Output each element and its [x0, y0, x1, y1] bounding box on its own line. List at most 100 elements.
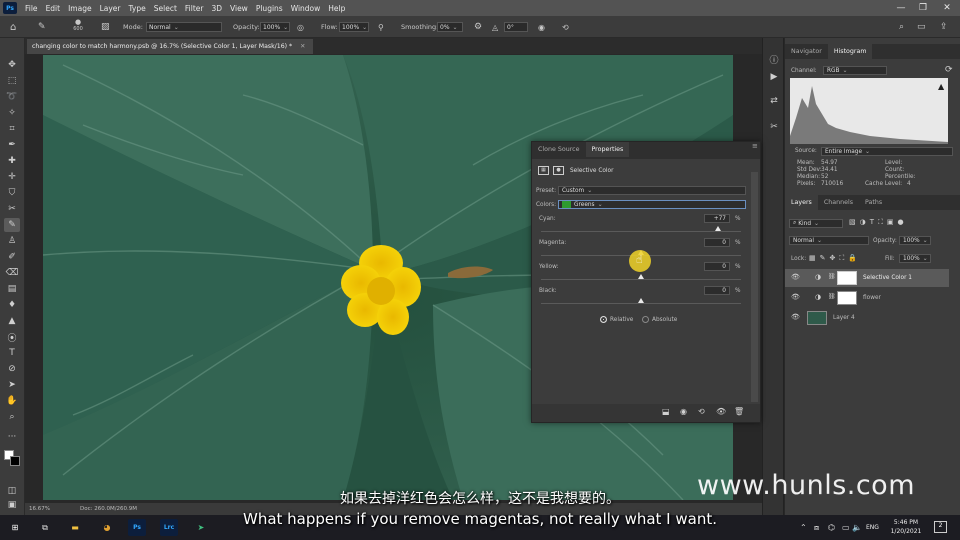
brush-settings-icon[interactable]: ▨	[101, 21, 110, 33]
tab-properties[interactable]: Properties	[585, 142, 630, 157]
refresh-icon[interactable]: ⟳	[945, 65, 953, 75]
colors-dropdown[interactable]: Greens	[558, 200, 746, 209]
tab-paths[interactable]: Paths	[859, 195, 888, 210]
art-history-tool-icon[interactable]: ✐	[4, 250, 20, 264]
history-brush-tool-icon[interactable]: ✂	[4, 202, 20, 216]
menu-type[interactable]: Type	[125, 4, 150, 13]
layer-filter-icons[interactable]: ▧◑T⛶▣●	[849, 218, 908, 227]
menu-3d[interactable]: 3D	[207, 4, 226, 13]
adjustments-icon[interactable]: ⇄	[766, 94, 782, 108]
airbrush-icon[interactable]: ⚲	[378, 21, 384, 33]
workspace-icon[interactable]: ▭	[917, 21, 926, 33]
path-select-tool-icon[interactable]: ⊘	[4, 362, 20, 376]
slider-thumb[interactable]	[638, 298, 644, 303]
healing-tool-icon[interactable]: ✚	[4, 154, 20, 168]
trash-icon[interactable]: 🗑	[734, 407, 744, 416]
smoothing-field[interactable]: 0%	[437, 22, 463, 32]
blur-tool-icon[interactable]: ♦	[4, 298, 20, 312]
tab-channels[interactable]: Channels	[818, 195, 859, 210]
gear-icon[interactable]: ⚙	[474, 21, 482, 33]
slider-thumb[interactable]	[638, 274, 644, 279]
actions-play-icon[interactable]: ▶	[766, 70, 782, 84]
properties-panel-icon[interactable]: ✂	[766, 120, 782, 134]
search-icon[interactable]: ⌕	[899, 21, 904, 33]
home-icon[interactable]: ⌂	[10, 21, 16, 33]
slider-value-field[interactable]: +77	[704, 214, 730, 223]
spot-heal-tool-icon[interactable]: ✛	[4, 170, 20, 184]
opacity-field[interactable]: 100%	[260, 22, 290, 32]
menu-window[interactable]: Window	[287, 4, 325, 13]
direct-select-tool-icon[interactable]: ➤	[4, 378, 20, 392]
menu-select[interactable]: Select	[150, 4, 181, 13]
fill-field[interactable]: 100%	[899, 254, 931, 263]
background-color-swatch[interactable]	[10, 456, 20, 466]
menu-help[interactable]: Help	[324, 4, 349, 13]
link-icon[interactable]: ⛓	[828, 273, 836, 280]
brush-preset-picker[interactable]: ● 600	[70, 18, 86, 32]
close-tab-icon[interactable]: ✕	[300, 43, 305, 50]
layer-row-layer4[interactable]: 👁 Layer 4	[785, 309, 949, 327]
reset-icon[interactable]: ⟲	[698, 407, 705, 416]
share-icon[interactable]: ⇪	[940, 21, 948, 33]
slider-track[interactable]	[541, 279, 741, 280]
preset-dropdown[interactable]: Custom	[558, 186, 746, 195]
slider-thumb[interactable]	[715, 226, 721, 231]
view-previous-icon[interactable]: ◉	[680, 407, 687, 416]
panel-menu-icon[interactable]: ≡	[752, 142, 758, 150]
document-tab[interactable]: changing color to match harmony.psb @ 16…	[27, 39, 313, 54]
brush-tool-icon[interactable]: ✎	[38, 21, 46, 33]
menu-view[interactable]: View	[226, 4, 252, 13]
close-icon[interactable]: ✕	[936, 0, 958, 16]
slider-track[interactable]	[541, 231, 741, 232]
layer-mask-thumbnail[interactable]	[837, 291, 857, 305]
gradient-tool-icon[interactable]: ▤	[4, 282, 20, 296]
info-icon[interactable]: ⓘ	[766, 52, 782, 66]
tab-histogram[interactable]: Histogram	[827, 44, 873, 59]
source-dropdown[interactable]: Entire Image	[821, 147, 953, 156]
menu-edit[interactable]: Edit	[42, 4, 65, 13]
quick-select-tool-icon[interactable]: ✧	[4, 106, 20, 120]
more-tools-icon[interactable]: ···	[4, 430, 20, 444]
menu-layer[interactable]: Layer	[96, 4, 125, 13]
layer-row-selective-color[interactable]: 👁 ◑ ⛓ Selective Color 1	[785, 269, 949, 287]
eraser-tool-icon[interactable]: ⌫	[4, 266, 20, 280]
angle-field[interactable]: 0°	[504, 22, 528, 32]
link-icon[interactable]: ⛓	[828, 293, 836, 300]
mask-icon[interactable]: ●	[553, 166, 564, 175]
layer-opacity-field[interactable]: 100%	[899, 236, 931, 245]
mode-dropdown[interactable]: Normal	[146, 22, 222, 32]
clock-date[interactable]: 1/20/2021	[888, 528, 924, 535]
pressure-size-icon[interactable]: ◉	[538, 21, 545, 33]
maximize-icon[interactable]: ❐	[912, 0, 934, 16]
pressure-opacity-icon[interactable]: ◎	[297, 21, 304, 33]
slider-value-field[interactable]: 0	[704, 238, 730, 247]
slider-value-field[interactable]: 0	[704, 262, 730, 271]
crop-tool-icon[interactable]: ⌗	[4, 122, 20, 136]
channel-dropdown[interactable]: RGB	[823, 66, 887, 75]
clone-stamp-tool-icon[interactable]: ♙	[4, 234, 20, 248]
flow-field[interactable]: 100%	[339, 22, 369, 32]
clip-to-layer-icon[interactable]: ⬓	[662, 407, 670, 416]
layer-row-flower[interactable]: 👁 ◑ ⛓ flower	[785, 289, 949, 307]
absolute-radio[interactable]	[642, 316, 649, 323]
tab-layers[interactable]: Layers	[785, 195, 818, 210]
brush-tool-icon-active[interactable]: ✎	[4, 218, 20, 232]
zoom-tool-icon[interactable]: ⌕	[4, 410, 20, 424]
pen-tool-icon[interactable]: ⦿	[4, 330, 20, 344]
lasso-tool-icon[interactable]: ➰	[4, 90, 20, 104]
visibility-eye-icon[interactable]: 👁	[791, 313, 800, 321]
slider-track[interactable]	[541, 303, 741, 304]
lock-icons[interactable]: ▦✎✥⛶🔒	[809, 254, 861, 263]
menu-file[interactable]: File	[21, 4, 42, 13]
layer-filter-dropdown[interactable]: ⌕ Kind	[789, 219, 843, 228]
symmetry-icon[interactable]: ⟲	[562, 21, 569, 33]
hand-tool-icon[interactable]: ✋	[4, 394, 20, 408]
move-tool-icon[interactable]: ✥	[4, 58, 20, 72]
slider-value-field[interactable]: 0	[704, 286, 730, 295]
visibility-eye-icon[interactable]: 👁	[791, 273, 800, 281]
visibility-toggle-icon[interactable]: 👁	[716, 407, 726, 416]
tab-navigator[interactable]: Navigator	[785, 44, 828, 59]
menu-image[interactable]: Image	[64, 4, 96, 13]
stamp-tool-icon[interactable]: ⛉	[4, 186, 20, 200]
type-tool-icon[interactable]: T	[4, 346, 20, 360]
